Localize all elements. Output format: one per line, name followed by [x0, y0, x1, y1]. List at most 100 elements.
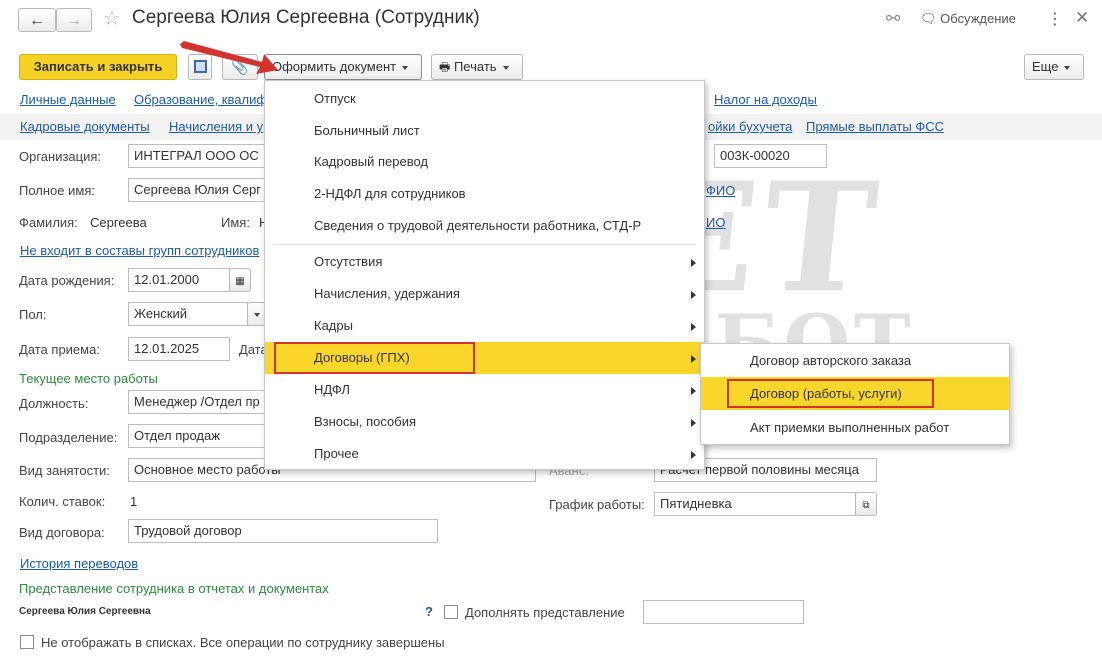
menu-item-absences[interactable]: Отсутствия: [265, 246, 704, 278]
supplement-checkbox[interactable]: [444, 605, 458, 619]
rates-value: 1: [130, 494, 138, 509]
menu-item-label: Прочее: [314, 446, 359, 461]
current-workplace-title: Текущее место работы: [19, 371, 158, 386]
fullname-field[interactable]: Сергеева Юлия Серг: [128, 178, 268, 202]
discussion-button[interactable]: 🗨 Обсуждение: [920, 11, 1016, 27]
code-field[interactable]: 003К-00020: [714, 144, 827, 168]
supplement-label: Дополнять представление: [465, 605, 625, 620]
help-icon[interactable]: ?: [425, 604, 433, 619]
print-button[interactable]: 🖶 Печать: [431, 54, 523, 80]
io-link[interactable]: ИО: [706, 215, 725, 230]
schedule-field[interactable]: Пятидневка: [654, 492, 856, 516]
contract-type-field[interactable]: Трудовой договор: [128, 519, 438, 543]
chevron-down-icon: [1064, 65, 1071, 70]
link-accruals[interactable]: Начисления и у: [169, 119, 263, 134]
open-icon: ⧉: [862, 500, 870, 511]
employee-groups-link[interactable]: Не входит в составы групп сотрудников: [20, 243, 259, 258]
menu-item-label: Кадровый перевод: [314, 154, 428, 169]
schedule-open-button[interactable]: ⧉: [855, 492, 877, 516]
submenu-item-label: Договор (работы, услуги): [750, 386, 902, 401]
menu-item-accruals[interactable]: Начисления, удержания: [265, 278, 704, 310]
link-icon[interactable]: ⚯: [886, 9, 900, 29]
chevron-right-icon: [691, 355, 696, 363]
menu-item-label: Отпуск: [314, 91, 356, 106]
representation-value: Сергеева Юлия Сергеевна: [19, 606, 151, 617]
link-accounting-settings[interactable]: ойки бухучета: [708, 119, 792, 134]
link-personal-data[interactable]: Личные данные: [20, 92, 116, 107]
close-icon[interactable]: ✕: [1075, 8, 1089, 28]
menu-item-gph-contracts[interactable]: Договоры (ГПХ): [265, 342, 704, 374]
contract-type-label: Вид договора:: [19, 525, 105, 540]
submenu-item-works-services-contract[interactable]: Договор (работы, услуги): [701, 377, 1009, 410]
rates-label: Колич. ставок:: [19, 494, 106, 509]
calendar-button[interactable]: ▦: [229, 268, 251, 292]
chevron-right-icon: [691, 259, 696, 267]
department-field[interactable]: Отдел продаж: [128, 424, 268, 448]
chevron-down-icon: [402, 65, 409, 70]
transfer-history-link[interactable]: История переводов: [20, 556, 138, 571]
menu-item-label: 2-НДФЛ для сотрудников: [314, 186, 466, 201]
back-button[interactable]: ←: [18, 8, 56, 32]
department-label: Подразделение:: [19, 430, 118, 445]
arrow-left-icon: ←: [29, 12, 45, 29]
position-label: Должность:: [19, 396, 89, 411]
forward-button[interactable]: →: [56, 8, 92, 32]
menu-item-label: Сведения о трудовой деятельности работни…: [314, 218, 642, 233]
menu-item-vacation[interactable]: Отпуск: [265, 83, 704, 115]
link-education[interactable]: Образование, квалиф: [134, 92, 267, 107]
organization-field[interactable]: ИНТЕГРАЛ ООО ОС: [128, 144, 268, 168]
hire-date-field[interactable]: 12.01.2025: [128, 337, 230, 361]
menu-item-ndfl[interactable]: НДФЛ: [265, 374, 704, 406]
hire-date-label: Дата приема:: [19, 342, 100, 357]
menu-item-label: Отсутствия: [314, 254, 383, 269]
chevron-right-icon: [691, 387, 696, 395]
create-document-label: Оформить документ: [272, 59, 397, 74]
menu-item-other[interactable]: Прочее: [265, 438, 704, 470]
chevron-right-icon: [691, 323, 696, 331]
surname-value: Сергеева: [90, 215, 147, 230]
surname-label: Фамилия:: [19, 215, 78, 230]
menu-item-personnel[interactable]: Кадры: [265, 310, 704, 342]
menu-item-label: Кадры: [314, 318, 353, 333]
create-document-button[interactable]: Оформить документ: [264, 54, 422, 80]
gender-select[interactable]: Женский: [128, 302, 248, 326]
fio-link[interactable]: ФИО: [706, 183, 735, 198]
more-vertical-icon[interactable]: ⋮: [1047, 9, 1063, 29]
page-title: Сергеева Юлия Сергеевна (Сотрудник): [132, 7, 480, 28]
save-close-button[interactable]: Записать и закрыть: [19, 54, 177, 80]
annotation-arrow: [180, 41, 278, 74]
chat-icon: 🗨: [920, 11, 937, 26]
representation-title: Представление сотрудника в отчетах и док…: [19, 581, 329, 596]
menu-item-label: Больничный лист: [314, 123, 420, 138]
position-field[interactable]: Менеджер /Отдел пр: [128, 390, 268, 414]
fullname-label: Полное имя:: [19, 183, 95, 198]
chevron-down-icon: [502, 65, 509, 70]
arrow-right-icon: →: [66, 12, 82, 29]
more-button[interactable]: Еще: [1024, 54, 1084, 80]
name-label: Имя:: [221, 215, 250, 230]
discussion-label: Обсуждение: [940, 11, 1016, 26]
hide-label: Не отображать в списках. Все операции по…: [41, 635, 445, 650]
menu-item-contributions[interactable]: Взносы, пособия: [265, 406, 704, 438]
supplement-field[interactable]: [643, 600, 804, 624]
link-hr-documents[interactable]: Кадровые документы: [20, 119, 150, 134]
gph-contracts-submenu: Договор авторского заказа Договор (работ…: [700, 343, 1010, 445]
favorite-star-icon[interactable]: ☆: [103, 6, 121, 31]
menu-item-std-r[interactable]: Сведения о трудовой деятельности работни…: [265, 210, 704, 242]
hide-checkbox[interactable]: [20, 635, 34, 649]
submenu-item-author-contract[interactable]: Договор авторского заказа: [701, 344, 1009, 377]
calendar-icon: ▦: [235, 276, 245, 287]
chevron-down-icon: [254, 312, 260, 317]
menu-item-2ndfl[interactable]: 2-НДФЛ для сотрудников: [265, 178, 704, 210]
schedule-label: График работы:: [549, 497, 645, 512]
link-fss-payments[interactable]: Прямые выплаты ФСС: [806, 119, 944, 134]
menu-item-label: Договоры (ГПХ): [314, 350, 410, 365]
birthdate-field[interactable]: 12.01.2000: [128, 268, 230, 292]
link-income-tax[interactable]: Налог на доходы: [714, 92, 817, 107]
menu-item-transfer[interactable]: Кадровый перевод: [265, 146, 704, 178]
submenu-item-acceptance-act[interactable]: Акт приемки выполненных работ: [701, 411, 1009, 444]
menu-item-label: НДФЛ: [314, 382, 350, 397]
submenu-item-label: Договор авторского заказа: [750, 353, 912, 368]
menu-item-sick-leave[interactable]: Больничный лист: [265, 115, 704, 147]
menu-separator: [273, 244, 696, 245]
